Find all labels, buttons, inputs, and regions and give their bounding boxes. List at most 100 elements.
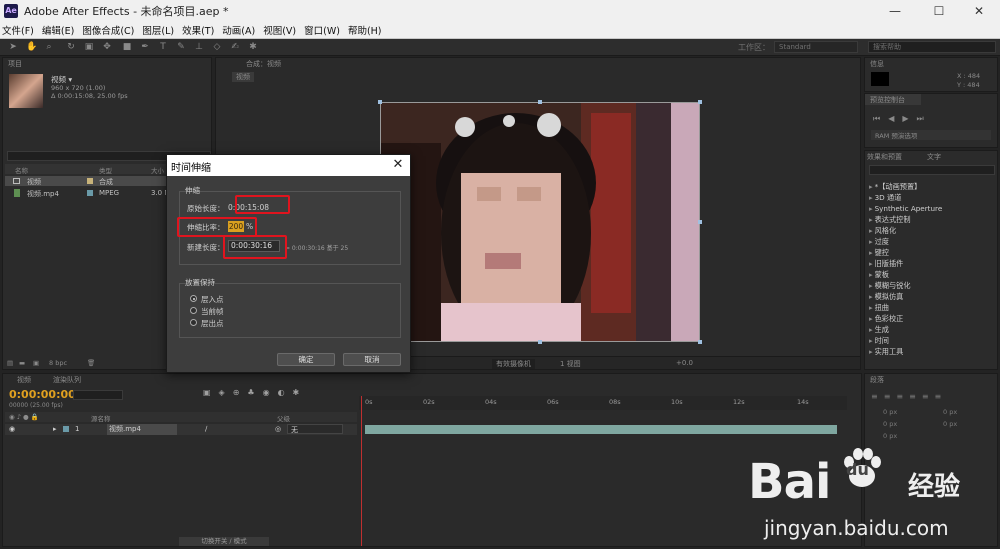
stamp-tool-icon[interactable]: ⊥ (194, 42, 204, 52)
close-window-button[interactable]: ✕ (958, 0, 1000, 21)
new-comp-icon[interactable]: ▣ (33, 359, 39, 367)
ram-preview-select[interactable]: RAM 预演选项 (871, 130, 991, 140)
label-swatch[interactable] (63, 426, 69, 432)
menu-view[interactable]: 视图(V) (263, 23, 296, 37)
hold-out-point-label[interactable]: 层出点 (201, 318, 224, 329)
paragraph-align-icons[interactable]: ≡≡≡≡≡≡ (871, 392, 947, 401)
zoom-tool-icon[interactable]: ⌕ (44, 42, 54, 52)
timeline-tab-comp[interactable]: 视频 (17, 375, 31, 385)
maximize-button[interactable]: ☐ (918, 0, 960, 21)
preview-tab[interactable]: 预览控制台 (865, 94, 921, 105)
effect-category[interactable]: ▸ *【动画预置】 (869, 182, 921, 192)
rectangle-tool-icon[interactable]: ■ (122, 42, 132, 52)
pickwhip-icon[interactable]: ◎ (275, 425, 281, 433)
composition-tab[interactable]: 合成：视频 (216, 58, 860, 69)
effect-category[interactable]: ▸ 表达式控制 (869, 215, 911, 225)
selection-tool-icon[interactable]: ➤ (8, 42, 18, 52)
effect-category[interactable]: ▸ 3D 通道 (869, 193, 901, 203)
paragraph-tab[interactable]: 段落 (865, 374, 997, 385)
effect-category[interactable]: ▸ 生成 (869, 325, 889, 335)
hand-tool-icon[interactable]: ✋ (26, 42, 37, 52)
col-parent[interactable]: 父级 (277, 413, 290, 423)
space-after[interactable]: 0 px (943, 420, 957, 428)
space-before[interactable]: 0 px (883, 420, 897, 428)
layer-duration-bar[interactable] (365, 425, 837, 434)
view-layout-select[interactable]: 1 视图 (560, 359, 581, 369)
cancel-button[interactable]: 取消 (343, 353, 401, 366)
project-tab[interactable]: 项目 (3, 58, 211, 69)
minimize-button[interactable]: — (874, 0, 916, 21)
hold-in-point-radio[interactable] (190, 295, 197, 302)
hold-out-point-radio[interactable] (190, 319, 197, 326)
camera-tool-icon[interactable]: ▣ (84, 42, 94, 52)
menu-window[interactable]: 窗口(W) (304, 23, 340, 37)
col-type[interactable]: 类型 (99, 165, 112, 175)
video-frame[interactable] (380, 102, 700, 342)
effect-category[interactable]: ▸ 扭曲 (869, 303, 889, 313)
hold-current-frame-label[interactable]: 当前帧 (201, 306, 224, 317)
roto-brush-tool-icon[interactable]: ✍ (230, 42, 240, 52)
interpret-footage-icon[interactable]: ▤ (7, 359, 13, 367)
info-tab[interactable]: 信息 (865, 58, 997, 69)
close-icon[interactable]: ✕ (391, 157, 405, 172)
trash-icon[interactable]: 🗑 (87, 359, 95, 367)
effect-category[interactable]: ▸ 实用工具 (869, 347, 903, 357)
help-search-input[interactable]: 搜索帮助 (868, 41, 996, 53)
parent-select[interactable]: 无 (287, 424, 343, 434)
timeline-tab-render-queue[interactable]: 渲染队列 (53, 375, 81, 385)
effects-tab[interactable]: 效果和预置 (867, 152, 902, 162)
col-layer-name[interactable]: 源名称 (91, 413, 111, 423)
col-name[interactable]: 名称 (15, 165, 28, 175)
ok-button[interactable]: 确定 (277, 353, 335, 366)
effect-category[interactable]: ▸ 模糊与锐化 (869, 281, 911, 291)
visibility-icon[interactable]: ◉ (9, 425, 15, 433)
exposure-value[interactable]: +0.0 (676, 359, 693, 367)
workspace-select[interactable]: Standard (774, 41, 858, 53)
layer-row[interactable]: ◉ ▸ 1 视频.mp4 ∕ ◎ 无 (5, 424, 357, 435)
pen-tool-icon[interactable]: ✒ (140, 42, 150, 52)
playhead[interactable] (361, 396, 362, 546)
switch-pen-icon[interactable]: ∕ (205, 425, 207, 433)
menu-animation[interactable]: 动画(A) (222, 23, 255, 37)
menu-file[interactable]: 文件(F) (2, 23, 34, 37)
text-tab[interactable]: 文字 (927, 152, 941, 162)
layer-name[interactable]: 视频.mp4 (107, 424, 177, 435)
effect-category[interactable]: ▸ 时间 (869, 336, 889, 346)
menu-composition[interactable]: 图像合成(C) (82, 23, 134, 37)
transform-handle[interactable] (378, 100, 382, 104)
hold-in-point-label[interactable]: 层入点 (201, 294, 224, 305)
current-timecode[interactable]: 0:00:00:00 (9, 388, 76, 401)
effect-category[interactable]: ▸ 色彩校正 (869, 314, 903, 324)
hold-current-frame-radio[interactable] (190, 307, 197, 314)
time-ruler[interactable]: 0s 02s 04s 06s 08s 10s 12s 14s (359, 396, 847, 410)
transform-handle[interactable] (538, 100, 542, 104)
timeline-switch-icons[interactable]: ▣◈⊕♣◉◐✱ (203, 388, 307, 397)
camera-select[interactable]: 有效摄像机 (492, 359, 535, 369)
effect-category[interactable]: ▸ 过度 (869, 237, 889, 247)
transform-handle[interactable] (698, 340, 702, 344)
expand-icon[interactable]: ▸ (53, 425, 57, 433)
transform-handle[interactable] (538, 340, 542, 344)
toggle-switches-modes-button[interactable]: 切换开关 / 模式 (179, 537, 269, 546)
col-size[interactable]: 大小 (151, 165, 164, 175)
effect-category[interactable]: ▸ 风格化 (869, 226, 896, 236)
transform-handle[interactable] (698, 100, 702, 104)
eraser-tool-icon[interactable]: ◇ (212, 42, 222, 52)
effect-category[interactable]: ▸ 键控 (869, 248, 889, 258)
effect-category[interactable]: ▸ Synthetic Aperture (869, 204, 942, 213)
effect-category[interactable]: ▸ 蒙板 (869, 270, 889, 280)
puppet-tool-icon[interactable]: ✱ (248, 42, 258, 52)
brush-tool-icon[interactable]: ✎ (176, 42, 186, 52)
menu-layer[interactable]: 图层(L) (142, 23, 174, 37)
preview-controls[interactable]: ⏮◀▶⏭ (873, 114, 932, 124)
menu-effect[interactable]: 效果(T) (182, 23, 214, 37)
text-tool-icon[interactable]: T (158, 42, 168, 52)
timeline-search-input[interactable] (73, 390, 123, 400)
indent-right[interactable]: 0 px (943, 408, 957, 416)
effect-category[interactable]: ▸ 模拟仿真 (869, 292, 903, 302)
new-folder-icon[interactable]: ▬ (19, 359, 25, 367)
composition-subtab[interactable]: 视频 (232, 72, 254, 82)
menu-edit[interactable]: 编辑(E) (42, 23, 74, 37)
indent-left[interactable]: 0 px (883, 408, 897, 416)
effects-search-input[interactable] (869, 165, 995, 175)
